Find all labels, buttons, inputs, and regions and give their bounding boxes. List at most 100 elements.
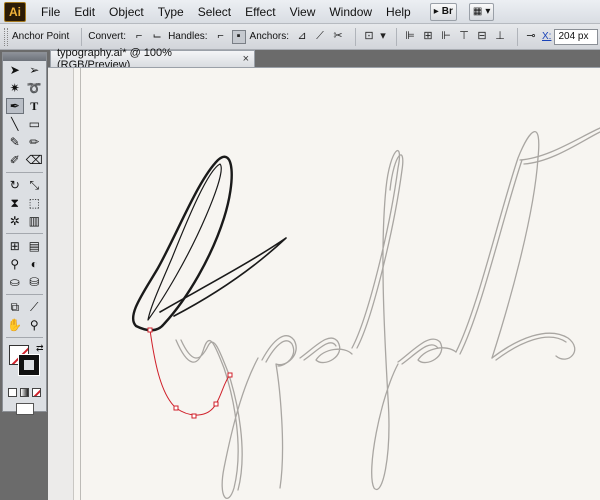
isolate-object-icon[interactable]: ⊡ <box>362 30 376 44</box>
screen-mode-icon[interactable] <box>15 403 34 415</box>
swap-fill-stroke-icon[interactable]: ⇄ <box>36 343 44 354</box>
anchor-point-label: Anchor Point <box>12 31 70 42</box>
width-icon[interactable]: ⧗ <box>6 195 24 211</box>
type-icon[interactable]: T <box>25 98 43 114</box>
tools-panel-header[interactable] <box>3 53 46 61</box>
divider <box>6 172 43 173</box>
divider <box>81 27 83 46</box>
menu-effect[interactable]: Effect <box>238 0 282 24</box>
tools-panel: ➤ ➢ ✷ ➰ ✒ T ╲ ▭ ✎ ✏ ✐ ⌫ ↻ ⤡ ⧗ ⬚ ✲ ▥ ⊞ ▤ ⚲ ◐ ⛀ ⛁ ⧉ ⟋ ✋… <box>0 50 48 500</box>
hide-handles-icon[interactable]: ▪ <box>231 29 246 44</box>
menu-help[interactable]: Help <box>379 0 418 24</box>
align-bottom-icon[interactable]: ⊥ <box>493 30 507 44</box>
show-handles-icon[interactable]: ⌐ <box>214 30 228 44</box>
fill-stroke-controls: ⇄ <box>3 341 46 385</box>
convert-to-smooth-icon[interactable]: ⌙ <box>150 30 164 44</box>
eraser-icon[interactable]: ⌫ <box>25 152 43 168</box>
sketch-stroke <box>397 338 457 364</box>
slice-icon[interactable]: ⟋ <box>25 299 43 315</box>
live-paint-selection-icon[interactable]: ⛁ <box>25 274 43 290</box>
blend-icon[interactable]: ◐ <box>25 256 43 272</box>
arrange-documents-icon: ▦ <box>472 6 483 17</box>
anchor-point[interactable] <box>213 401 219 407</box>
ink-stroke <box>131 155 233 332</box>
pen-icon[interactable]: ✒ <box>5 98 24 114</box>
menu-file[interactable]: File <box>34 0 67 24</box>
anchor-point[interactable] <box>147 327 153 333</box>
sketch-stroke <box>265 340 295 367</box>
sketch-stroke <box>180 339 243 491</box>
rectangle-icon[interactable]: ▭ <box>25 116 43 132</box>
chevron-down-icon[interactable]: ▾ <box>380 30 386 44</box>
menu-window[interactable]: Window <box>322 0 379 24</box>
menu-view[interactable]: View <box>283 0 323 24</box>
menu-object[interactable]: Object <box>102 0 151 24</box>
gradient-mode-icon[interactable] <box>20 387 29 397</box>
handles-label: Handles: <box>168 31 208 42</box>
connect-endpoints-icon[interactable]: ⟋ <box>313 30 327 44</box>
pencil-sketch-lettering <box>175 127 600 500</box>
close-icon[interactable]: × <box>243 53 249 65</box>
panel-grip[interactable] <box>4 27 8 46</box>
none-mode-icon[interactable] <box>32 387 41 397</box>
divider <box>6 233 43 234</box>
anchor-point[interactable] <box>191 413 197 419</box>
sketch-stroke <box>299 337 353 364</box>
document-tab[interactable]: typography.ai* @ 100% (RGB/Preview) × <box>50 47 255 71</box>
chevron-down-icon: ▾ <box>485 6 491 17</box>
lasso-icon[interactable]: ➰ <box>25 80 43 96</box>
sketch-stroke <box>523 131 600 165</box>
blob-brush-icon[interactable]: ✐ <box>6 152 24 168</box>
column-graph-icon[interactable]: ▥ <box>25 213 43 229</box>
align-right-icon[interactable]: ⊩ <box>439 30 453 44</box>
scale-icon[interactable]: ⤡ <box>25 177 43 193</box>
rotate-icon[interactable]: ↻ <box>6 177 24 193</box>
remove-anchor-icon[interactable]: ⊿ <box>295 30 309 44</box>
align-top-icon[interactable]: ⊤ <box>457 30 471 44</box>
anchors-label: Anchors: <box>249 31 289 42</box>
gradient-icon[interactable]: ▤ <box>25 238 43 254</box>
bridge-label: Br <box>441 6 453 17</box>
selection-icon[interactable]: ➤ <box>6 62 24 78</box>
pencil-icon[interactable]: ✏ <box>25 134 43 150</box>
symbol-sprayer-icon[interactable]: ✲ <box>6 213 24 229</box>
cut-path-icon[interactable]: ✂ <box>331 30 345 44</box>
align-horizontal-center-icon[interactable]: ⊞ <box>421 30 435 44</box>
stroke-swatch[interactable] <box>18 354 40 376</box>
anchor-point[interactable] <box>227 372 233 378</box>
zoom-icon[interactable]: ⚲ <box>25 317 43 333</box>
sketch-stroke <box>351 149 401 491</box>
artwork <box>131 127 600 500</box>
x-label[interactable]: X: <box>542 31 551 42</box>
menu-edit[interactable]: Edit <box>67 0 102 24</box>
direct-selection-icon[interactable]: ➢ <box>25 62 43 78</box>
hand-icon[interactable]: ✋ <box>6 317 24 333</box>
app-logo: Ai <box>4 1 26 22</box>
divider <box>6 294 43 295</box>
go-to-bridge-button[interactable]: ▸ Br <box>429 2 457 21</box>
magic-wand-icon[interactable]: ✷ <box>6 80 24 96</box>
live-paint-icon[interactable]: ⛀ <box>6 274 24 290</box>
line-segment-icon[interactable]: ╲ <box>6 116 24 132</box>
eyedropper-icon[interactable]: ⚲ <box>6 256 24 272</box>
divider <box>6 337 43 338</box>
align-vertical-center-icon[interactable]: ⊟ <box>475 30 489 44</box>
artboard-icon[interactable]: ⧉ <box>6 299 24 315</box>
menu-type[interactable]: Type <box>151 0 191 24</box>
x-position-input[interactable] <box>554 28 599 45</box>
mesh-icon[interactable]: ⊞ <box>6 238 24 254</box>
arrange-documents-button[interactable]: ▦ ▾ <box>468 2 495 21</box>
anchor-point[interactable] <box>173 405 179 411</box>
paintbrush-icon[interactable]: ✎ <box>6 134 24 150</box>
reference-point-icon[interactable]: ⊸ <box>524 30 538 44</box>
free-transform-icon[interactable]: ⬚ <box>25 195 43 211</box>
divider <box>517 27 518 46</box>
tools-panel-body: ➤ ➢ ✷ ➰ ✒ T ╲ ▭ ✎ ✏ ✐ ⌫ ↻ ⤡ ⧗ ⬚ ✲ ▥ ⊞ ▤ ⚲ ◐ ⛀ ⛁ ⧉ ⟋ ✋… <box>2 52 47 415</box>
sketch-stroke <box>491 332 576 360</box>
convert-to-corner-icon[interactable]: ⌐ <box>132 30 146 44</box>
color-mode-row <box>3 385 46 399</box>
menu-select[interactable]: Select <box>191 0 238 24</box>
color-mode-icon[interactable] <box>8 387 17 397</box>
align-left-icon[interactable]: ⊫ <box>403 30 417 44</box>
canvas[interactable] <box>48 67 600 500</box>
